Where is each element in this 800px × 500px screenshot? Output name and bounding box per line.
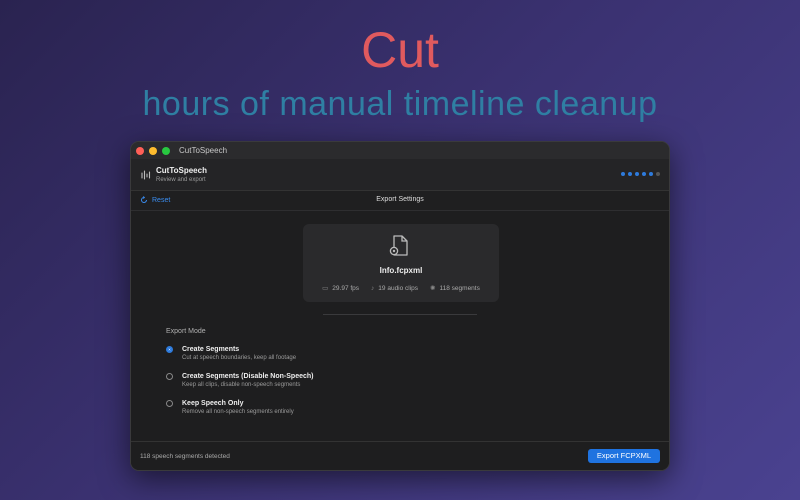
radio-button[interactable]: [166, 400, 173, 407]
export-mode-option-disable-non-speech[interactable]: Create Segments (Disable Non-Speech) Kee…: [166, 372, 313, 390]
window-title: CutToSpeech: [179, 146, 228, 155]
export-mode-option-create-segments[interactable]: Create Segments Cut at speech boundaries…: [166, 345, 296, 363]
waveform-icon: [141, 169, 151, 180]
app-window: CutToSpeech CutToSpeech Review and expor…: [130, 141, 670, 471]
option-description: Cut at speech boundaries, keep all foota…: [182, 355, 297, 361]
step-dot: [628, 172, 632, 176]
fps-meta: ▭ 29.97 fps: [322, 284, 359, 292]
zoom-window-button[interactable]: [162, 146, 170, 155]
export-fcpxml-button[interactable]: Export FCPXML: [588, 449, 660, 463]
title-bar: CutToSpeech: [131, 142, 669, 159]
audio-clips-value: 19 audio clips: [378, 284, 419, 292]
page-title: Export Settings: [376, 196, 424, 203]
close-window-button[interactable]: [136, 146, 144, 155]
app-header: CutToSpeech Review and export: [131, 159, 669, 191]
music-note-icon: ♪: [371, 284, 375, 292]
step-dot: [642, 172, 646, 176]
segments-icon: ✺: [430, 285, 436, 292]
option-description: Remove all non-speech segments entirely: [182, 409, 294, 415]
fps-value: 29.97 fps: [332, 285, 360, 292]
step-indicator: [621, 172, 660, 176]
document-gear-icon: [389, 235, 408, 256]
radio-button[interactable]: [166, 373, 173, 380]
file-name: Info.fcpxml: [379, 266, 423, 275]
segments-meta: ✺ 118 segments: [430, 284, 480, 292]
option-label: Create Segments: [182, 346, 240, 353]
step-dot: [621, 172, 625, 176]
step-dot: [649, 172, 653, 176]
export-mode-option-keep-speech-only[interactable]: Keep Speech Only Remove all non-speech s…: [166, 399, 294, 417]
file-meta: ▭ 29.97 fps ♪ 19 audio clips ✺ 118 segments: [303, 284, 499, 293]
file-card: Info.fcpxml ▭ 29.97 fps ♪ 19 audio clips ✺…: [303, 224, 499, 302]
export-mode-label: Export Mode: [166, 328, 206, 335]
toolbar: Reset Export Settings: [131, 191, 669, 211]
step-dot: [635, 172, 639, 176]
headline: Cut: [361, 22, 439, 78]
radio-button-selected[interactable]: [166, 346, 173, 353]
audio-meta: ♪ 19 audio clips: [371, 285, 418, 292]
option-label: Keep Speech Only: [182, 400, 244, 407]
minimize-window-button[interactable]: [149, 146, 157, 155]
app-subtitle: Review and export: [156, 176, 206, 183]
segments-value: 118 segments: [439, 285, 480, 292]
option-description: Keep all clips, disable non-speech segme…: [182, 382, 301, 388]
footer: 118 speech segments detected Export FCPX…: [131, 441, 669, 470]
divider: [323, 314, 477, 315]
status-text: 118 speech segments detected: [140, 453, 230, 460]
app-name: CutToSpeech: [156, 165, 207, 175]
option-label: Create Segments (Disable Non-Speech): [182, 373, 314, 380]
video-icon: ▭: [322, 285, 329, 292]
subheadline: hours of manual timeline cleanup: [142, 85, 658, 123]
step-dot: [656, 172, 660, 176]
